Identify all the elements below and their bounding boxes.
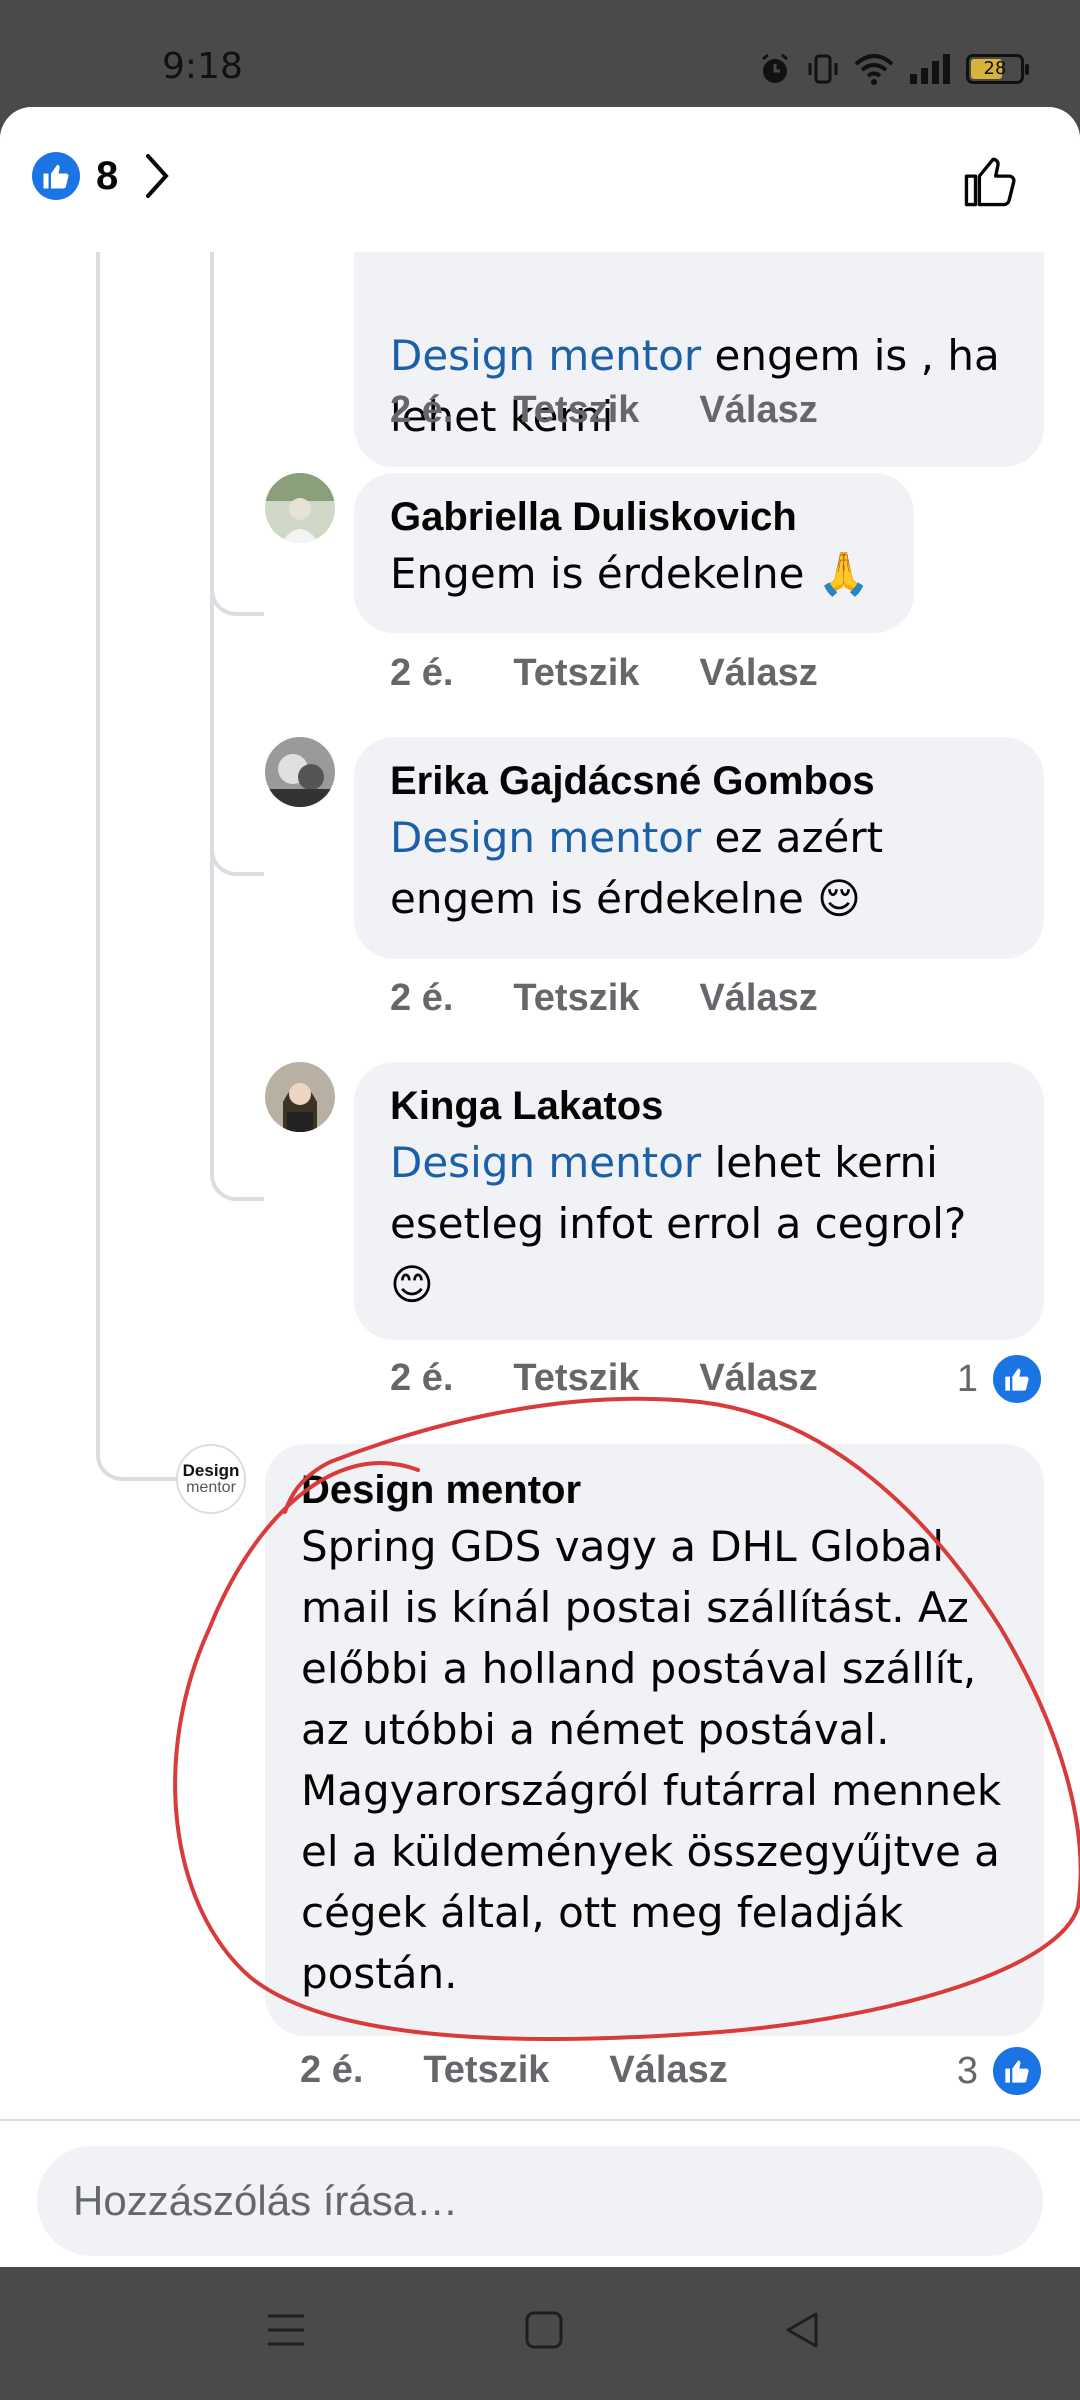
comment-reactions[interactable]: 3 [957,2044,1044,2098]
avatar-text-mentor: mentor [186,1479,236,1496]
comment-input[interactable] [37,2146,1043,2256]
avatar[interactable]: Design mentor [176,1444,246,1514]
mention-link[interactable]: Design mentor [390,813,701,862]
like-button[interactable]: Tetszik [513,1357,639,1400]
reply-button[interactable]: Válasz [699,652,817,695]
sheet-header: 8 [0,107,1080,252]
back-icon[interactable] [782,2310,822,2350]
avatar[interactable] [265,737,335,807]
comment-author[interactable]: Erika Gajdácsné Gombos [390,755,1008,807]
comment-text-line: Magyarországról futárral mennek [301,1766,1002,1815]
comment-time: 2 é. [300,2049,364,2091]
system-nav-bar [0,2268,1080,2400]
comment-reactions[interactable]: 1 [957,1352,1044,1406]
comment-actions: 2 é. Tetszik Válasz [390,977,818,1020]
status-time: 9:18 [162,46,243,87]
alarm-icon [762,53,788,83]
comment-actions: 2 é. Tetszik Válasz [300,2049,728,2092]
battery-level: 28 [983,58,1007,79]
comment-text: Engem is érdekelne 🙏 [390,549,871,598]
like-icon [32,152,80,200]
comment-text-line: Spring GDS vagy a DHL Global [301,1522,944,1571]
avatar[interactable] [265,473,335,543]
comment-author[interactable]: Design mentor [301,1464,1008,1516]
thread-line-outer [96,252,180,1481]
comment-bubble[interactable]: Design mentor Spring GDS vagy a DHL Glob… [265,1444,1044,2036]
reply-button[interactable]: Válasz [699,389,817,432]
comment-composer [0,2119,1080,2267]
like-button[interactable]: Tetszik [513,389,639,432]
comment-time: 2 é. [390,389,454,431]
comment-author[interactable]: Gabriella Duliskovich [390,491,878,543]
comment-actions: 2 é. Tetszik Válasz [390,1357,818,1400]
comment-text-line: esetleg infot errol a cegrol? [390,1199,967,1248]
comment-author[interactable]: Kinga Lakatos [390,1080,1008,1132]
comment-bubble[interactable]: Erika Gajdácsné Gombos Design mentor ez … [354,737,1044,959]
reply-button[interactable]: Válasz [699,1357,817,1400]
reaction-count: 8 [96,153,119,198]
like-reaction-icon [990,1352,1044,1406]
comment-actions: 2 é. Tetszik Válasz [390,389,818,432]
mention-link[interactable]: Design mentor [390,331,701,380]
vibrate-icon [808,54,838,84]
reaction-summary[interactable]: 8 [32,152,172,200]
comment-actions: 2 é. Tetszik Válasz [390,652,818,695]
status-icons: 28 [758,52,1029,86]
comment-text-line: előbbi a holland postával szállít, [301,1644,977,1693]
comment-bubble[interactable]: Gabriella Duliskovich Engem is érdekelne… [354,473,914,633]
comment-text: Design mentor engem is , ha [390,331,1000,380]
comment-time: 2 é. [390,1357,454,1399]
comment-text: Spring GDS vagy a DHL Global mail is kín… [301,1516,1008,2004]
comment-text-line: 😊 [390,1260,434,1309]
like-reaction-icon [990,2044,1044,2098]
comment-bubble[interactable]: Kinga Lakatos Design mentor lehet kerni … [354,1062,1044,1340]
comments-sheet: Design mentor engem is , ha lehet kerni … [0,107,1080,2267]
battery-icon: 28 [966,54,1029,84]
reply-button[interactable]: Válasz [609,2049,727,2092]
menu-icon[interactable] [266,2310,306,2350]
like-button[interactable]: Tetszik [513,652,639,695]
avatar[interactable] [265,1062,335,1132]
comment-text-line: postán. [301,1949,458,1998]
avatar-text-design: Design [182,1461,240,1480]
chevron-right-icon[interactable] [142,152,172,200]
mention-link[interactable]: Design mentor [390,1138,701,1187]
like-button[interactable]: Tetszik [423,2049,549,2092]
comment-text: Design mentor lehet kerni [390,1138,938,1187]
status-bar: 9:18 28 [0,0,1080,105]
comment-text-line: az utóbbi a német postával. [301,1705,890,1754]
wifi-icon [854,54,894,85]
comment-time: 2 é. [390,652,454,694]
like-button-icon[interactable] [960,149,1022,211]
comment-text: Design mentor ez azért [390,813,884,862]
comment-time: 2 é. [390,977,454,1019]
signal-icon [910,54,950,84]
comment-text-line: cégek által, ott meg feladják [301,1888,904,1937]
thread-line-inner-3 [210,252,264,1201]
comment-text-line: mail is kínál postai szállítást. Az [301,1583,969,1632]
comment-text-line: engem is érdekelne 😌 [390,874,861,923]
home-icon[interactable] [524,2310,564,2350]
reaction-count: 3 [956,2049,978,2092]
like-button[interactable]: Tetszik [513,977,639,1020]
reaction-count: 1 [956,1357,978,1400]
reply-button[interactable]: Válasz [699,977,817,1020]
comment-text-line: el a küldemények összegyűjtve a [301,1827,1000,1876]
